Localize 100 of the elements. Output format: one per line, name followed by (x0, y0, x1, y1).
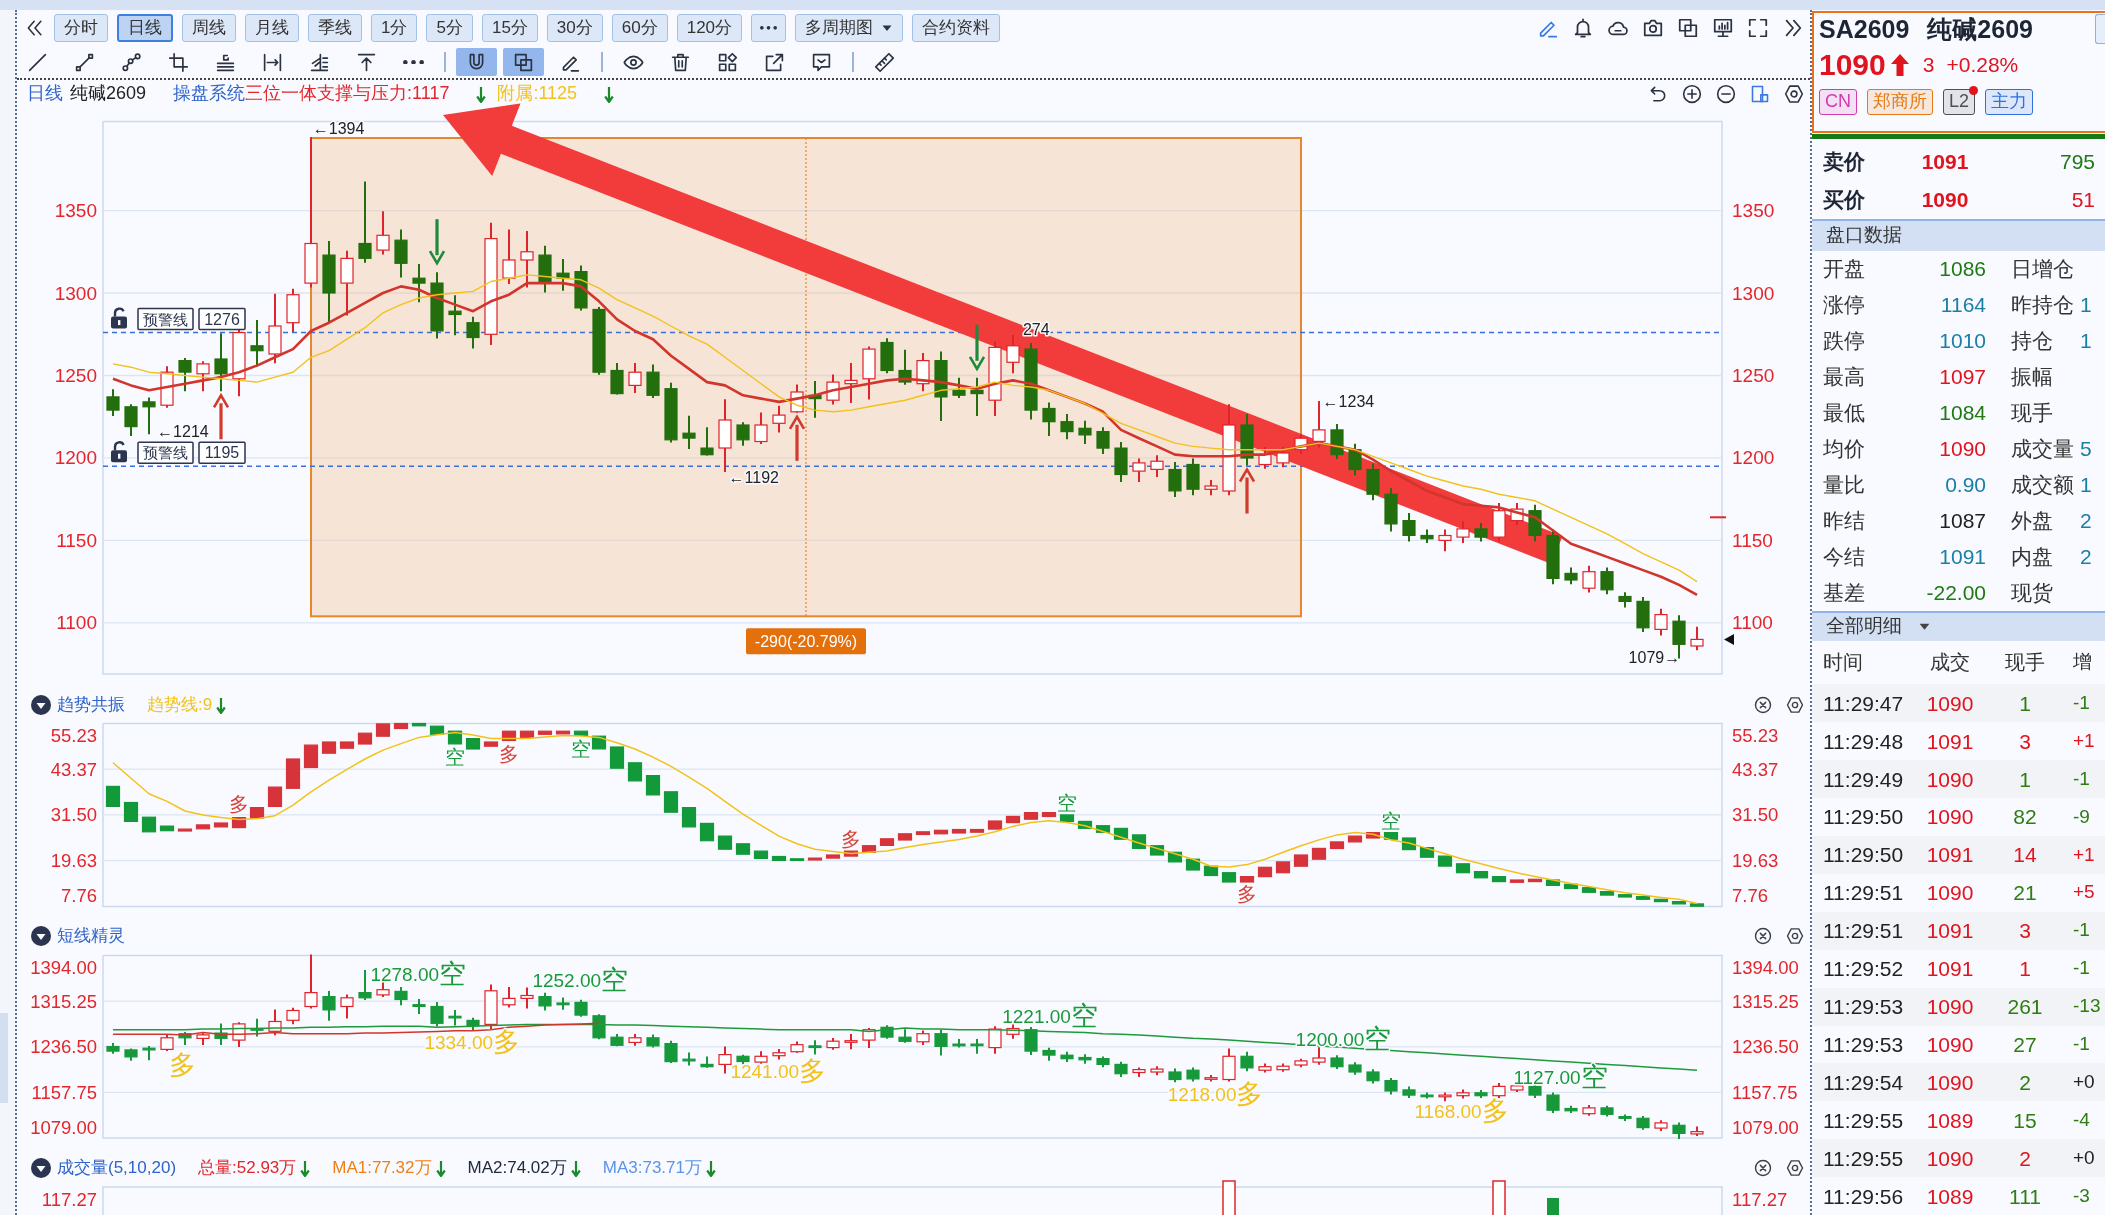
axis-label: 1250 (54, 365, 97, 386)
close-icon[interactable] (1754, 927, 1772, 945)
zoom-in-icon[interactable] (1682, 84, 1702, 104)
overlap-tool-button[interactable] (503, 48, 544, 76)
zoom-out-icon[interactable] (1716, 84, 1736, 104)
panel-toggle-button[interactable] (2095, 14, 2105, 44)
close-icon[interactable] (1754, 1159, 1772, 1177)
period-tab[interactable]: 周线 (182, 14, 236, 42)
period-tab[interactable]: 15分 (481, 14, 538, 42)
axis-label: 1150 (56, 529, 97, 551)
axis-label: 1157.75 (1732, 1081, 1798, 1103)
candlestick (646, 364, 660, 398)
candlestick (1600, 567, 1614, 595)
period-tab[interactable]: 60分 (611, 14, 668, 42)
trade-time: 11:29:48 (1823, 729, 1904, 753)
trade-change: -1 (2073, 1033, 2090, 1055)
trade-change: -3 (2073, 1184, 2090, 1206)
range-icon (262, 51, 283, 73)
signal-label: 1252.00空 (532, 964, 629, 995)
collapse-icon[interactable] (31, 926, 51, 946)
candlestick (1258, 447, 1272, 469)
legend-value: 总量:52.93万 (198, 1157, 297, 1179)
up-arrow-icon (212, 392, 230, 440)
trade-change: -4 (2073, 1108, 2090, 1130)
signal-label: 1221.00空 (1002, 1000, 1098, 1031)
close-icon[interactable] (1754, 696, 1772, 714)
multi-period-dropdown[interactable]: 多周期图 (795, 14, 904, 42)
symbol-label: 纯碱2609 (70, 83, 147, 105)
warning-price-tag[interactable]: 1195 (198, 441, 246, 464)
market-tag: 主力 (1985, 89, 2034, 115)
axis-label: 1394.00 (30, 957, 97, 978)
period-tab[interactable]: 日线 (117, 14, 173, 42)
period-tab[interactable]: 季线 (308, 14, 362, 42)
candlestick (1168, 461, 1182, 497)
camera-icon[interactable] (1642, 17, 1664, 39)
layout-icon[interactable] (1750, 84, 1770, 104)
undo-icon[interactable] (1648, 84, 1668, 104)
field-label: 量比 (1823, 472, 1865, 498)
field-label: 均价 (1823, 436, 1865, 462)
segment-icon (74, 51, 95, 73)
panel-title: 成交量(5,10,20) (57, 1157, 177, 1179)
trash-icon (670, 51, 691, 73)
contract-info-button[interactable]: 合约资料 (912, 14, 1001, 42)
collapse-button[interactable] (25, 18, 45, 38)
trade-time: 11:29:52 (1823, 957, 1904, 981)
field-label: 最高 (1823, 364, 1865, 390)
warning-price-tag[interactable]: 1276 (198, 307, 246, 331)
signal-label: 多 (499, 743, 520, 765)
warning-line-tag[interactable]: 预警线 (137, 441, 194, 464)
axis-label: 1250 (1732, 365, 1775, 386)
monitor-chart-icon[interactable] (1712, 17, 1734, 39)
copy-icon[interactable] (1677, 17, 1699, 39)
magnet-tool-button[interactable] (456, 48, 497, 76)
settings-icon[interactable] (1786, 927, 1804, 945)
candlestick (142, 397, 156, 435)
candlestick (952, 377, 966, 398)
bell-icon[interactable] (1572, 17, 1594, 39)
field-label: 昨持仓 (2011, 292, 2074, 318)
warning-line-tag[interactable]: 预警线 (137, 307, 194, 331)
trades-dropdown[interactable]: 全部明细 (1812, 612, 2105, 641)
candlestick (736, 422, 750, 446)
more-icon (760, 26, 778, 30)
candlestick (1438, 529, 1452, 552)
period-tab[interactable]: 月线 (245, 14, 299, 42)
period-tab[interactable]: 30分 (546, 14, 603, 42)
unlocked-padlock-icon[interactable] (111, 307, 127, 329)
collapse-icon[interactable] (31, 695, 51, 715)
legend-value: MA1:77.32万 (332, 1157, 432, 1179)
period-tab[interactable]: 分时 (54, 14, 108, 42)
fullscreen-icon[interactable] (1747, 17, 1769, 39)
down-arrow-icon (428, 219, 446, 266)
trade-time: 11:29:50 (1823, 805, 1904, 829)
field-value: 1086 (1939, 256, 1986, 282)
settings-icon[interactable] (1786, 1159, 1804, 1177)
comment-icon (811, 51, 832, 73)
field-label: 开盘 (1823, 256, 1865, 282)
period-tab[interactable]: 5分 (426, 14, 473, 42)
settings-icon[interactable] (1786, 696, 1804, 714)
collapse-icon[interactable] (31, 1158, 51, 1178)
candlestick (250, 320, 264, 367)
candlestick (1150, 455, 1164, 478)
signal-label: 空 (445, 745, 466, 768)
axis-label: 1315.25 (30, 990, 97, 1012)
settings-icon[interactable] (1784, 84, 1804, 104)
order-volume: 795 (2058, 149, 2095, 175)
axis-label: 1300 (54, 282, 97, 304)
candlestick (178, 358, 192, 392)
period-tab[interactable]: 1分 (371, 14, 418, 42)
candlestick (196, 361, 210, 392)
trade-volume: 3 (2019, 729, 2031, 753)
scroll-thumb[interactable] (0, 1013, 8, 1103)
period-tab[interactable]: 120分 (676, 14, 743, 42)
trade-time: 11:29:56 (1823, 1184, 1904, 1208)
trade-volume: 27 (2013, 1032, 2037, 1056)
axis-label: 117.27 (41, 1188, 97, 1210)
more-button[interactable] (751, 14, 787, 42)
unlocked-padlock-icon[interactable] (111, 441, 127, 463)
trade-change: +0 (2073, 1071, 2095, 1092)
trade-price: 1091 (1926, 957, 1974, 981)
range-highlight[interactable] (310, 137, 1302, 618)
